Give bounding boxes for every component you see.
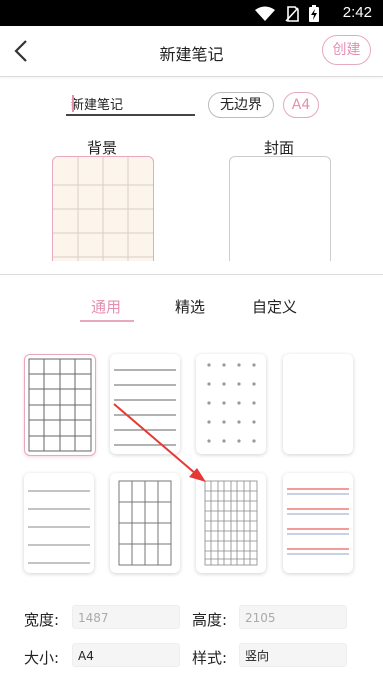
template-wide-ruled[interactable]: [24, 473, 94, 573]
tab-featured[interactable]: 精选: [175, 296, 205, 317]
app-bar: 新建笔记 创建: [0, 26, 383, 77]
style-label: 样式:: [192, 649, 228, 667]
width-field[interactable]: 1487: [72, 605, 180, 629]
status-time: 2:42: [342, 4, 372, 21]
active-tab-indicator: [80, 320, 134, 322]
cover-label: 封面: [264, 139, 295, 157]
status-bar: 2:42: [0, 0, 383, 26]
template-ruled-lines[interactable]: [110, 354, 180, 454]
battery-charging-icon: [309, 5, 319, 26]
tab-custom[interactable]: 自定义: [252, 296, 297, 317]
section-divider: [0, 274, 383, 275]
border-chip[interactable]: 无边界: [208, 92, 274, 118]
template-fine-grid[interactable]: [196, 473, 266, 573]
background-label: 背景: [87, 139, 118, 157]
status-icons: [255, 5, 319, 26]
height-field[interactable]: 2105: [239, 605, 347, 629]
tab-general[interactable]: 通用: [91, 296, 121, 317]
create-button[interactable]: 创建: [322, 35, 371, 65]
size-label: 大小:: [24, 649, 60, 667]
paper-size-chip[interactable]: A4: [283, 92, 319, 118]
template-blank[interactable]: [283, 354, 353, 454]
cover-preview[interactable]: [229, 156, 331, 261]
width-label: 宽度:: [24, 611, 60, 629]
size-field[interactable]: A4: [72, 643, 180, 667]
style-field[interactable]: 竖向: [239, 643, 347, 667]
background-preview[interactable]: [52, 156, 154, 261]
text-cursor: [72, 95, 74, 112]
template-grid[interactable]: [24, 354, 96, 456]
no-sim-icon: [285, 5, 299, 26]
height-label: 高度:: [192, 611, 228, 629]
template-large-grid[interactable]: [110, 473, 180, 573]
wifi-icon: [255, 6, 275, 26]
note-name-input[interactable]: [66, 92, 195, 116]
template-dots[interactable]: [196, 354, 266, 454]
template-red-blue-lines[interactable]: [283, 473, 353, 573]
